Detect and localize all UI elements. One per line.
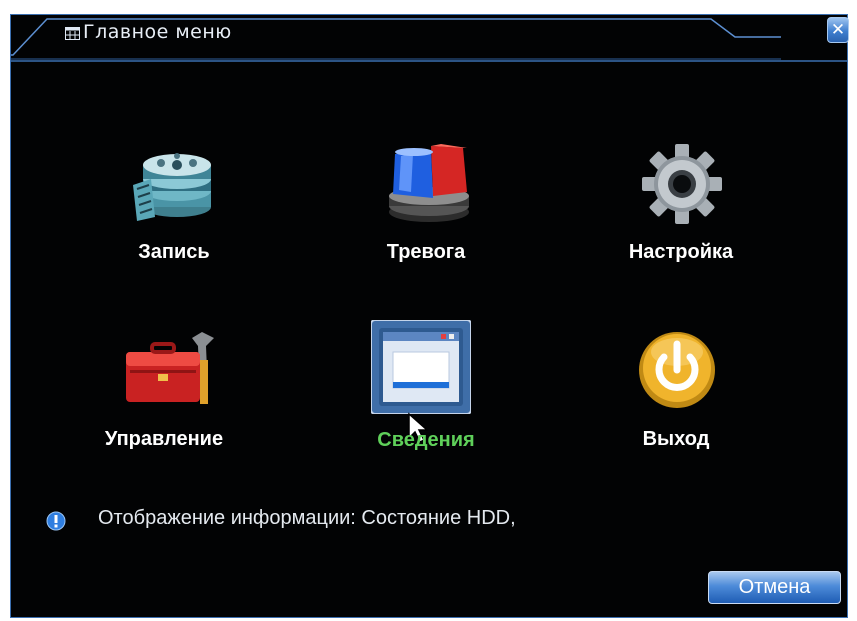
menu-item-settings[interactable]: Настройка [596,144,766,265]
window-title: Главное меню [83,21,232,43]
info-icon [46,511,66,531]
info-text: Отображение информации: Состояние HDD, [98,507,516,529]
menu-label-management: Управление [104,428,224,450]
cancel-button[interactable]: Отмена [708,571,841,604]
menu-item-exit[interactable]: Выход [601,330,751,455]
menu-item-info[interactable]: Сведения [351,320,501,455]
power-icon [639,332,715,408]
menu-item-management[interactable]: Управление [84,330,244,455]
gear-icon [642,144,722,224]
film-reel-icon [133,153,211,221]
menu-label-exit: Выход [642,428,710,450]
menu-item-alarm[interactable]: Тревога [351,140,501,265]
toolbox-icon [126,332,214,404]
main-menu-window: Главное меню ✕ Запись Тревога Настройка … [10,14,849,618]
info-window-icon [371,320,471,414]
menu-grid-icon [65,27,80,40]
menu-label-alarm: Тревога [386,241,466,263]
title-bar: Главное меню [11,15,847,63]
menu-label-record: Запись [138,241,210,263]
close-icon: ✕ [830,20,846,40]
menu-item-record[interactable]: Запись [99,145,249,265]
menu-label-settings: Настройка [628,241,734,263]
close-button[interactable]: ✕ [827,17,849,43]
menu-label-info: Сведения [377,429,475,451]
alarm-siren-icon [389,144,469,222]
